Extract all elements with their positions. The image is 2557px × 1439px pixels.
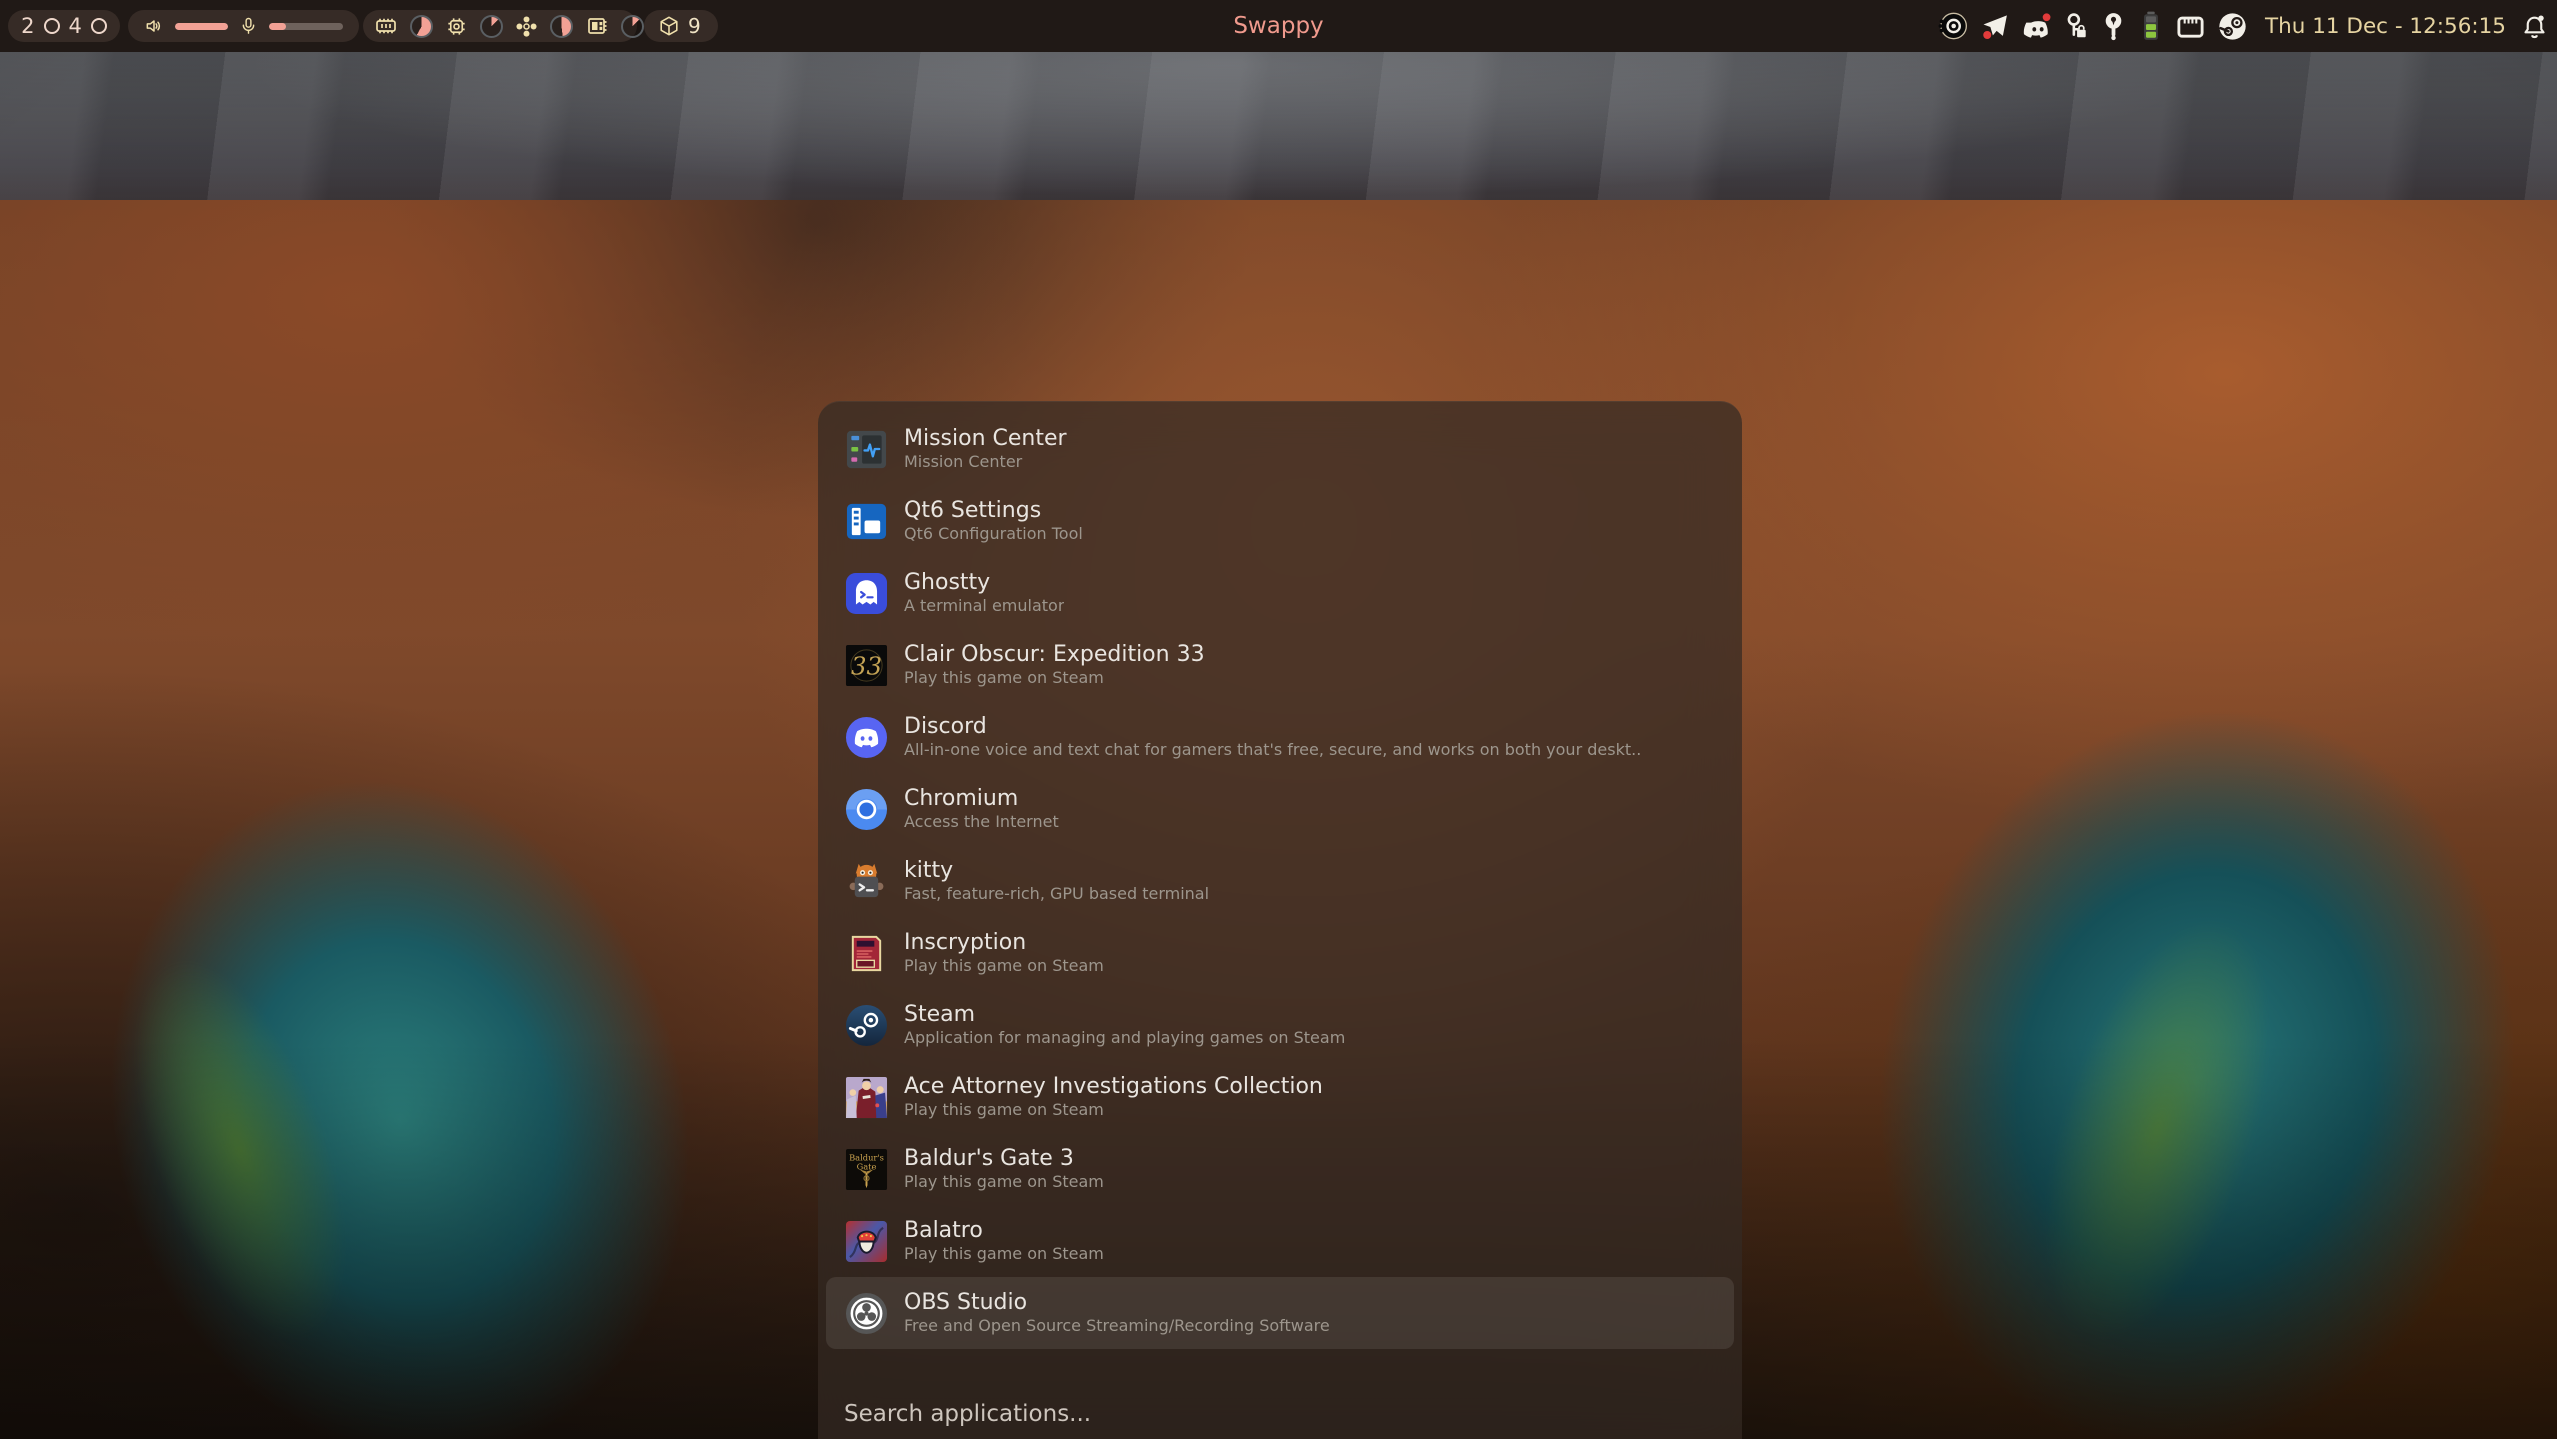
app-item-ace-attorney[interactable]: Ace Attorney Investigations Collection P… — [826, 1061, 1734, 1133]
app-name: Baldur's Gate 3 — [904, 1145, 1104, 1173]
mission-center-icon — [845, 428, 888, 471]
search-bar — [844, 1401, 1716, 1427]
audio-controls — [128, 10, 359, 42]
app-description: Play this game on Steam — [904, 1244, 1104, 1265]
network-icon[interactable] — [2175, 11, 2206, 42]
workspace-circle-icon[interactable] — [91, 18, 107, 34]
app-description: Play this game on Steam — [904, 1172, 1104, 1193]
app-description: Free and Open Source Streaming/Recording… — [904, 1316, 1330, 1337]
system-tray: Thu 11 Dec - 12:56:15 — [1937, 0, 2548, 52]
ghostty-icon — [845, 572, 888, 615]
app-item-balatro[interactable]: Balatro Play this game on Steam — [826, 1205, 1734, 1277]
baldurs-gate-3-icon: Baldur'sGate — [845, 1148, 888, 1191]
microphone-icon — [239, 15, 258, 37]
keepassxc-icon[interactable] — [2063, 12, 2089, 40]
memory-usage-pie — [410, 15, 433, 38]
obs-studio-icon — [845, 1292, 888, 1335]
app-description: Mission Center — [904, 452, 1067, 473]
mic-slider[interactable] — [269, 23, 343, 30]
app-description: Fast, feature-rich, GPU based terminal — [904, 884, 1209, 905]
app-name: Chromium — [904, 785, 1059, 813]
qt6-settings-icon — [845, 500, 888, 543]
app-item-steam[interactable]: Steam Application for managing and playi… — [826, 989, 1734, 1061]
app-item-ghostty[interactable]: Ghostty A terminal emulator — [826, 557, 1734, 629]
cpu-usage-pie — [480, 15, 503, 38]
steelseries-icon[interactable] — [1937, 10, 1969, 42]
balatro-icon — [845, 1220, 888, 1263]
app-item-inscryption[interactable]: Inscryption Play this game on Steam — [826, 917, 1734, 989]
updates-count: 9 — [688, 14, 701, 38]
app-description: All-in-one voice and text chat for gamer… — [904, 740, 1641, 761]
svg-text:Gate: Gate — [857, 1161, 877, 1171]
app-launcher: Mission Center Mission Center Qt6 Settin… — [818, 401, 1742, 1439]
vram-icon — [585, 14, 609, 38]
app-description: Qt6 Configuration Tool — [904, 524, 1083, 545]
discord-icon — [845, 716, 888, 759]
speaker-icon — [144, 16, 164, 36]
app-description: Access the Internet — [904, 812, 1059, 833]
app-name: kitty — [904, 857, 1209, 885]
discord-tray-icon[interactable] — [2021, 11, 2052, 42]
app-item-discord[interactable]: Discord All-in-one voice and text chat f… — [826, 701, 1734, 773]
workspace-number[interactable]: 2 — [21, 14, 34, 38]
app-item-qt6-settings[interactable]: Qt6 Settings Qt6 Configuration Tool — [826, 485, 1734, 557]
app-name: Clair Obscur: Expedition 33 — [904, 641, 1205, 669]
gpu-fan-icon — [515, 15, 538, 38]
app-item-baldurs-gate-3[interactable]: Baldur'sGate Baldur's Gate 3 Play this g… — [826, 1133, 1734, 1205]
steam-tray-icon[interactable] — [2217, 11, 2248, 42]
telegram-icon[interactable] — [1980, 11, 2010, 41]
top-bar: 2 4 — [0, 0, 2557, 52]
app-name: Ghostty — [904, 569, 1064, 597]
steam-icon — [845, 1004, 888, 1047]
workspace-indicator[interactable]: 2 4 — [8, 10, 120, 42]
app-name: Steam — [904, 1001, 1345, 1029]
focused-window-title: Swappy — [1233, 0, 1323, 52]
app-item-mission-center[interactable]: Mission Center Mission Center — [826, 413, 1734, 485]
app-name: Qt6 Settings — [904, 497, 1083, 525]
cpu-icon — [445, 15, 468, 38]
workspace-circle-icon[interactable] — [44, 18, 60, 34]
volume-slider[interactable] — [175, 23, 228, 30]
kitty-icon — [845, 860, 888, 903]
app-description: Play this game on Steam — [904, 956, 1104, 977]
app-name: Discord — [904, 713, 1641, 741]
vram-usage-pie — [621, 15, 644, 38]
chromium-icon — [845, 788, 888, 831]
battery-icon[interactable] — [2138, 10, 2164, 42]
app-name: Inscryption — [904, 929, 1104, 957]
memory-icon — [374, 14, 398, 38]
app-name: Ace Attorney Investigations Collection — [904, 1073, 1323, 1101]
clair-obscur-icon: 33 — [845, 644, 888, 687]
app-name: Balatro — [904, 1217, 1104, 1245]
notification-bell-icon[interactable] — [2521, 13, 2548, 40]
app-description: Play this game on Steam — [904, 668, 1205, 689]
app-description: A terminal emulator — [904, 596, 1064, 617]
app-item-kitty[interactable]: kitty Fast, feature-rich, GPU based term… — [826, 845, 1734, 917]
app-name: OBS Studio — [904, 1289, 1330, 1317]
package-box-icon — [658, 15, 680, 37]
app-item-clair-obscur[interactable]: 33 Clair Obscur: Expedition 33 Play this… — [826, 629, 1734, 701]
ace-attorney-icon — [845, 1076, 888, 1119]
app-list: Mission Center Mission Center Qt6 Settin… — [818, 402, 1742, 1349]
desktop: 2 4 — [0, 0, 2557, 1439]
app-description: Application for managing and playing gam… — [904, 1028, 1345, 1049]
package-updates[interactable]: 9 — [644, 10, 718, 42]
workspace-number[interactable]: 4 — [69, 14, 82, 38]
gpu-usage-pie — [550, 15, 573, 38]
inscryption-icon — [845, 932, 888, 975]
app-item-obs-studio[interactable]: OBS Studio Free and Open Source Streamin… — [826, 1277, 1734, 1349]
app-name: Mission Center — [904, 425, 1067, 453]
keyring-icon[interactable] — [2100, 12, 2127, 41]
search-input[interactable] — [844, 1401, 1716, 1427]
svg-text:33: 33 — [851, 651, 882, 680]
app-description: Play this game on Steam — [904, 1100, 1323, 1121]
system-stats[interactable] — [363, 10, 637, 42]
clock[interactable]: Thu 11 Dec - 12:56:15 — [2265, 14, 2506, 39]
app-item-chromium[interactable]: Chromium Access the Internet — [826, 773, 1734, 845]
